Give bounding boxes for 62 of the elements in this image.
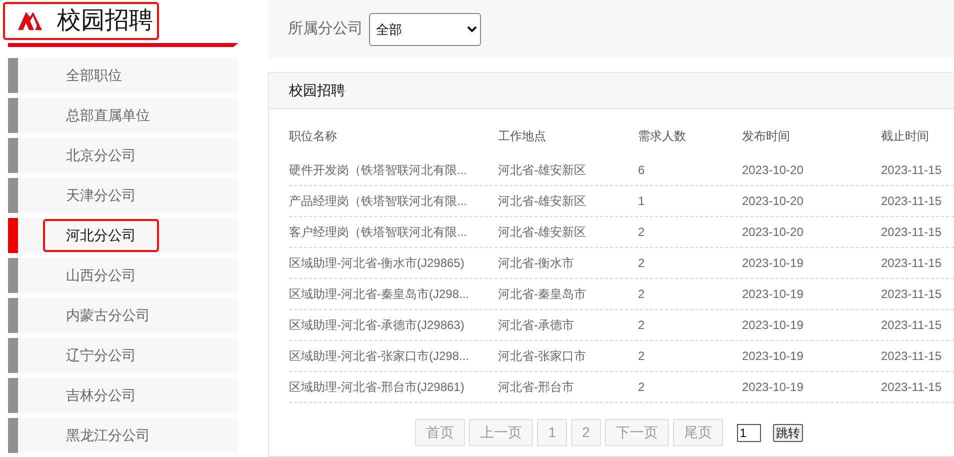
job-link[interactable]: 产品经理岗（铁塔智联河北有限...: [289, 194, 468, 208]
sidebar-item[interactable]: 吉林分公司: [8, 378, 238, 413]
job-link[interactable]: 区域助理-河北省-秦皇岛市(J298...: [289, 287, 470, 301]
table-cell: 2: [638, 256, 645, 270]
table-cell: 河北省-承德市: [498, 318, 574, 332]
table-cell: 河北省-秦皇岛市: [498, 287, 586, 301]
table-cell: 2023-10-19: [742, 318, 804, 332]
branch-select[interactable]: 全部: [369, 12, 481, 46]
table-cell: 2023-11-15: [881, 194, 942, 208]
job-link[interactable]: 区域助理-河北省-承德市(J29863): [289, 318, 464, 332]
table-cell: 河北省-雄安新区: [498, 163, 586, 177]
table-cell: 2023-10-19: [742, 380, 804, 394]
table-cell: 2: [638, 318, 645, 332]
job-link[interactable]: 区域助理-河北省-衡水市(J29865): [289, 256, 464, 270]
table-cell: 河北省-衡水市: [498, 256, 574, 270]
site-title: 校园招聘: [57, 9, 153, 33]
table-cell: 2023-11-15: [881, 318, 942, 332]
table-cell: 2023-10-20: [742, 194, 804, 208]
table-cell: 2023-11-15: [881, 225, 942, 239]
table-cell: 2: [638, 287, 645, 301]
sidebar-item[interactable]: 河北分公司: [8, 218, 238, 253]
table-cell: 2023-10-20: [742, 163, 804, 177]
job-link[interactable]: 客户经理岗（铁塔智联河北有限...: [289, 225, 468, 239]
table-cell: 2023-10-20: [742, 225, 804, 239]
job-link[interactable]: 硬件开发岗（铁塔智联河北有限...: [289, 163, 468, 177]
sidebar-item[interactable]: 总部直属单位: [8, 98, 238, 133]
job-link[interactable]: 区域助理-河北省-张家口市(J298...: [289, 349, 470, 363]
table-cell: 2023-11-15: [881, 256, 942, 270]
logo-icon: [17, 10, 43, 32]
table-cell: 2023-10-19: [742, 256, 804, 270]
jump-button[interactable]: 跳转: [772, 424, 803, 442]
sidebar-item[interactable]: 内蒙古分公司: [8, 298, 238, 333]
sidebar-item[interactable]: 山西分公司: [8, 258, 238, 293]
table-cell: 2023-10-19: [742, 349, 804, 363]
table-cell: 2: [638, 225, 645, 239]
table-cell: 河北省-邢台市: [498, 380, 574, 394]
filter-label: 所属分公司: [288, 18, 363, 39]
column-header: 工作地点: [498, 129, 546, 143]
table-cell: 2023-11-15: [881, 163, 942, 177]
table-cell: 2023-11-15: [881, 287, 942, 301]
table-cell: 2: [638, 380, 645, 394]
sidebar-item[interactable]: 辽宁分公司: [8, 338, 238, 373]
job-link[interactable]: 区域助理-河北省-邢台市(J29861): [289, 380, 464, 394]
table-cell: 2023-10-19: [742, 287, 804, 301]
table-cell: 6: [638, 163, 645, 177]
sidebar-item[interactable]: 天津分公司: [8, 178, 238, 213]
sidebar-item[interactable]: 全部职位: [8, 58, 238, 93]
panel-title: 校园招聘: [289, 81, 345, 100]
table-cell: 河北省-张家口市: [498, 349, 586, 363]
table-cell: 河北省-雄安新区: [498, 225, 586, 239]
column-header: 截止时间: [881, 129, 929, 143]
page-input[interactable]: 1: [736, 424, 761, 442]
table-cell: 河北省-雄安新区: [498, 194, 586, 208]
table-cell: 2023-11-15: [881, 380, 942, 394]
sidebar-item[interactable]: 北京分公司: [8, 138, 238, 173]
table-cell: 1: [638, 194, 645, 208]
table-cell: 2023-11-15: [881, 349, 942, 363]
column-header: 职位名称: [289, 129, 337, 143]
column-header: 发布时间: [742, 129, 790, 143]
column-header: 需求人数: [638, 129, 686, 143]
sidebar-item[interactable]: 黑龙江分公司: [8, 418, 238, 453]
table-cell: 2: [638, 349, 645, 363]
